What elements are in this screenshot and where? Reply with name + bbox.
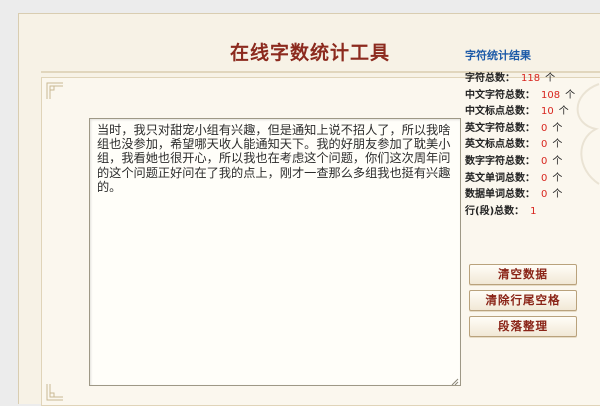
stat-value: 118 — [521, 73, 541, 84]
input-text: 当时，我只对甜宠小组有兴趣，但是通知上说不招人了，所以我啥组也没参加，希望哪天收… — [97, 123, 451, 194]
stat-label: 中文字符总数： — [465, 89, 535, 101]
stat-row-lines: 行(段)总数： 1 — [465, 202, 585, 219]
tool-frame: 在线字数统计工具 当时，我只对甜宠小组有兴趣，但是通知上说不招人了，所以我啥组也… — [18, 13, 600, 406]
stat-label: 英文标点总数： — [465, 139, 535, 151]
resize-grip-icon[interactable] — [450, 375, 459, 385]
stat-label: 中文标点总数： — [465, 106, 535, 118]
paragraph-format-button[interactable]: 段落整理 — [469, 316, 577, 337]
corner-ornament-icon — [46, 82, 64, 100]
stat-value: 0 — [541, 189, 548, 201]
stat-label: 数字字符总数： — [465, 155, 535, 167]
corner-ornament-icon — [46, 383, 64, 401]
decorative-swirl-icon — [576, 83, 600, 185]
text-input-area[interactable]: 当时，我只对甜宠小组有兴趣，但是通知上说不招人了，所以我啥组也没参加，希望哪天收… — [89, 118, 461, 386]
stat-value: 0 — [541, 122, 548, 134]
trim-trailing-spaces-button[interactable]: 清除行尾空格 — [469, 290, 577, 311]
stat-label: 行(段)总数： — [465, 205, 525, 217]
stat-label: 字符总数： — [465, 73, 515, 84]
clear-data-button[interactable]: 清空数据 — [469, 264, 577, 285]
stat-label: 数据单词总数： — [465, 189, 535, 201]
stat-label: 英文单词总数： — [465, 172, 535, 184]
stats-title: 字符统计结果 — [465, 49, 531, 62]
stat-label: 英文字符总数： — [465, 122, 535, 134]
stat-value: 0 — [541, 172, 548, 184]
stat-value: 0 — [541, 155, 548, 167]
stat-value: 1 — [530, 205, 537, 217]
stat-value: 0 — [541, 139, 548, 151]
